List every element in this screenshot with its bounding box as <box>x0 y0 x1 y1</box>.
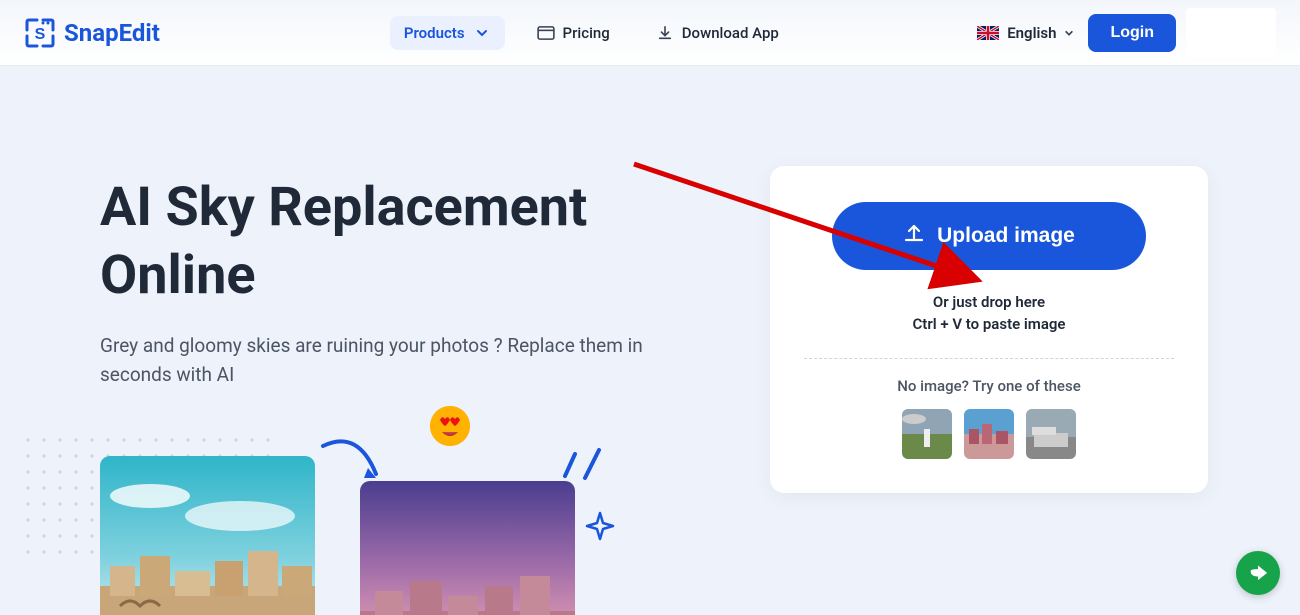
language-selector[interactable]: English <box>977 24 1074 42</box>
try-samples-text: No image? Try one of these <box>804 377 1174 395</box>
hint-paste: Ctrl + V to paste image <box>804 314 1174 336</box>
share-fab-button[interactable] <box>1236 551 1280 595</box>
upload-button-label: Upload image <box>937 224 1075 248</box>
upload-panel-column: Upload image Or just drop here Ctrl + V … <box>770 126 1208 615</box>
logo-icon: S <box>24 17 56 49</box>
sample-image-1[interactable] <box>902 409 952 459</box>
heart-eyes-emoji-icon <box>430 406 470 446</box>
header-bar: S SnapEdit Products Pricing Download App <box>0 0 1300 66</box>
login-button[interactable]: Login <box>1088 14 1176 52</box>
hero-images <box>100 416 730 615</box>
download-icon <box>656 24 674 42</box>
nav: Products Pricing Download App <box>390 16 793 50</box>
spark-lines-icon <box>555 436 615 486</box>
header-right-box <box>1186 8 1276 58</box>
nav-download[interactable]: Download App <box>642 16 793 50</box>
card-icon <box>537 24 555 42</box>
page-subtitle: Grey and gloomy skies are ruining your p… <box>100 331 700 390</box>
sample-image-2[interactable] <box>964 409 1014 459</box>
image-after <box>360 481 575 615</box>
main: AI Sky Replacement Online Grey and gloom… <box>0 66 1300 615</box>
nav-products[interactable]: Products <box>390 16 505 50</box>
upload-icon <box>903 222 925 250</box>
upload-hints: Or just drop here Ctrl + V to paste imag… <box>804 292 1174 336</box>
hint-drop: Or just drop here <box>804 292 1174 314</box>
page-title: AI Sky Replacement Online <box>100 174 730 309</box>
hero: AI Sky Replacement Online Grey and gloom… <box>100 126 730 615</box>
nav-pricing[interactable]: Pricing <box>523 16 624 50</box>
sample-images <box>804 409 1174 459</box>
nav-products-label: Products <box>404 24 465 42</box>
chevron-down-icon <box>1064 24 1074 42</box>
language-label: English <box>1007 24 1056 42</box>
share-arrow-icon <box>1247 560 1269 586</box>
sample-image-3[interactable] <box>1026 409 1076 459</box>
uk-flag-icon <box>977 26 999 40</box>
svg-text:S: S <box>35 26 46 43</box>
logo-text: SnapEdit <box>64 19 160 47</box>
chevron-down-icon <box>473 24 491 42</box>
nav-pricing-label: Pricing <box>563 24 610 42</box>
image-before <box>100 456 315 615</box>
star-icon <box>585 511 615 541</box>
logo[interactable]: S SnapEdit <box>24 17 160 49</box>
upload-image-button[interactable]: Upload image <box>832 202 1146 270</box>
upload-panel: Upload image Or just drop here Ctrl + V … <box>770 166 1208 493</box>
divider <box>804 358 1174 359</box>
nav-download-label: Download App <box>682 24 779 42</box>
